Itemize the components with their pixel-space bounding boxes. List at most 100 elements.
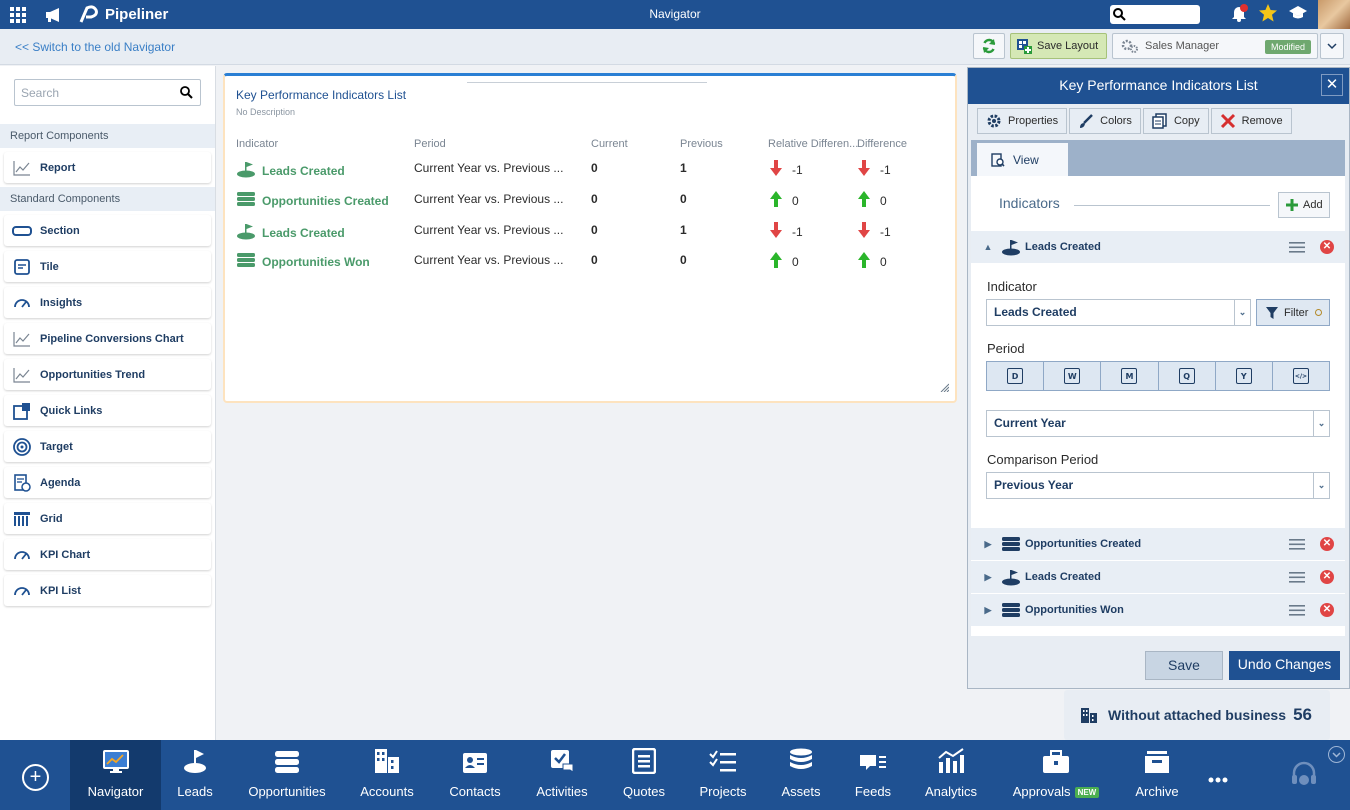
- nav-more[interactable]: [1200, 740, 1236, 810]
- profile-name: Sales Manager: [1145, 40, 1219, 52]
- difference-value: 0: [880, 255, 887, 269]
- nav-accounts[interactable]: Accounts: [356, 740, 418, 810]
- indicator-row-label: Opportunities Won: [1025, 604, 1124, 616]
- drag-handle[interactable]: [467, 82, 707, 83]
- indicator-row-collapsed[interactable]: ▶ Opportunities Created ✕: [971, 528, 1345, 560]
- table-row[interactable]: Opportunities Created Current Year vs. P…: [225, 191, 955, 221]
- drag-menu-icon[interactable]: [1289, 605, 1305, 619]
- tab-view[interactable]: View: [977, 143, 1068, 176]
- filter-button[interactable]: Filter: [1256, 299, 1330, 326]
- period-year-button[interactable]: Y: [1215, 362, 1273, 390]
- period-month-button[interactable]: M: [1101, 362, 1159, 390]
- nav-quotes[interactable]: Quotes: [620, 740, 668, 810]
- save-layout-button[interactable]: Save Layout: [1010, 33, 1107, 59]
- component-kpi-chart[interactable]: KPI Chart: [4, 539, 211, 570]
- academy-icon[interactable]: [1288, 4, 1308, 25]
- nav-label: Feeds: [854, 784, 892, 799]
- profile-dropdown-button[interactable]: [1320, 33, 1344, 59]
- component-search-input[interactable]: Search: [14, 79, 201, 106]
- delete-indicator-icon[interactable]: ✕: [1320, 537, 1334, 551]
- drag-menu-icon[interactable]: [1289, 242, 1305, 256]
- add-indicator-button[interactable]: Add: [1278, 192, 1330, 218]
- kpi-list-widget[interactable]: Key Performance Indicators List No Descr…: [223, 73, 957, 403]
- undo-changes-button[interactable]: Undo Changes: [1229, 651, 1340, 680]
- component-label: Opportunities Trend: [40, 368, 146, 381]
- component-label: Tile: [40, 260, 59, 273]
- indicator-row-collapsed[interactable]: ▶ Opportunities Won ✕: [971, 594, 1345, 626]
- nav-feeds[interactable]: Feeds: [852, 740, 894, 810]
- component-agenda[interactable]: Agenda: [4, 467, 211, 498]
- properties-button[interactable]: Properties: [977, 108, 1068, 134]
- gears-icon: [1121, 39, 1138, 53]
- component-kpi-list[interactable]: KPI List: [4, 575, 211, 606]
- period-week-button[interactable]: W: [1044, 362, 1102, 390]
- period-select[interactable]: Current Year ⌄: [986, 410, 1330, 437]
- close-icon[interactable]: ✕: [1321, 74, 1343, 96]
- indicator-select-value: Leads Created: [994, 305, 1077, 319]
- nav-opportunities[interactable]: Opportunities: [244, 740, 330, 810]
- previous-value: 0: [680, 253, 687, 267]
- component-quick-links[interactable]: Quick Links: [4, 395, 211, 426]
- refresh-button[interactable]: [973, 33, 1005, 59]
- drag-menu-icon[interactable]: [1289, 572, 1305, 586]
- bell-icon[interactable]: [1230, 4, 1248, 25]
- profile-selector[interactable]: Sales Manager Modified: [1112, 33, 1318, 59]
- table-row[interactable]: Opportunities Won Current Year vs. Previ…: [225, 252, 955, 282]
- global-search-input[interactable]: [1110, 5, 1200, 24]
- collapse-nav-icon[interactable]: [1328, 746, 1345, 763]
- component-pipeline-conversions-chart[interactable]: Pipeline Conversions Chart: [4, 323, 211, 354]
- comparison-period-value: Previous Year: [994, 478, 1074, 492]
- nav-archive[interactable]: Archive: [1132, 740, 1182, 810]
- collapse-arrow-icon[interactable]: ▲: [979, 242, 997, 252]
- indicator-select[interactable]: Leads Created ⌄: [986, 299, 1251, 326]
- support-headset[interactable]: [1284, 740, 1324, 810]
- save-layout-icon: [1017, 39, 1032, 54]
- megaphone-icon[interactable]: [36, 0, 72, 29]
- component-tile[interactable]: Tile: [4, 251, 211, 282]
- delete-indicator-icon[interactable]: ✕: [1320, 240, 1334, 254]
- drag-menu-icon[interactable]: [1289, 539, 1305, 553]
- colors-button[interactable]: Colors: [1069, 108, 1141, 134]
- nav-leads[interactable]: Leads: [172, 740, 218, 810]
- nav-approvals[interactable]: Approvals NEW: [1008, 740, 1104, 810]
- period-day-button[interactable]: D: [987, 362, 1045, 390]
- component-insights[interactable]: Insights: [4, 287, 211, 318]
- pipeliner-logo[interactable]: Pipeliner: [78, 4, 168, 25]
- component-section[interactable]: Section: [4, 215, 211, 246]
- nav-contacts[interactable]: Contacts: [446, 740, 504, 810]
- nav-assets[interactable]: Assets: [778, 740, 824, 810]
- nav-analytics[interactable]: Analytics: [922, 740, 980, 810]
- expand-arrow-icon[interactable]: ▶: [979, 605, 997, 616]
- accounts-tile[interactable]: Without attached business 56: [1064, 690, 1330, 740]
- save-button[interactable]: Save: [1145, 651, 1223, 680]
- period-quarter-button[interactable]: Q: [1158, 362, 1216, 390]
- comparison-period-select[interactable]: Previous Year ⌄: [986, 472, 1330, 499]
- component-grid[interactable]: Grid: [4, 503, 211, 534]
- component-opportunities-trend[interactable]: Opportunities Trend: [4, 359, 211, 390]
- expand-arrow-icon[interactable]: ▶: [979, 572, 997, 583]
- indicator-row-collapsed[interactable]: ▶ Leads Created ✕: [971, 561, 1345, 593]
- nav-navigator[interactable]: Navigator: [70, 740, 161, 810]
- header-period: Period: [414, 138, 446, 150]
- delete-indicator-icon[interactable]: ✕: [1320, 570, 1334, 584]
- expand-arrow-icon[interactable]: ▶: [979, 539, 997, 550]
- nav-activities[interactable]: Activities: [532, 740, 592, 810]
- nav-projects[interactable]: Projects: [696, 740, 750, 810]
- indicator-row-expanded[interactable]: ▲ Leads Created ✕: [971, 231, 1345, 263]
- component-target[interactable]: Target: [4, 431, 211, 462]
- component-report[interactable]: Report: [4, 152, 211, 183]
- component-label: KPI List: [40, 584, 81, 597]
- period-custom-button[interactable]: </>: [1272, 362, 1330, 390]
- table-row[interactable]: Leads Created Current Year vs. Previous …: [225, 222, 955, 252]
- user-avatar[interactable]: [1318, 0, 1350, 29]
- table-row[interactable]: Leads Created Current Year vs. Previous …: [225, 160, 955, 190]
- star-icon[interactable]: [1258, 3, 1278, 26]
- copy-button[interactable]: Copy: [1142, 108, 1209, 134]
- calendar-week-icon: W: [1064, 368, 1081, 384]
- add-new-icon[interactable]: +: [22, 764, 49, 791]
- delete-indicator-icon[interactable]: ✕: [1320, 603, 1334, 617]
- apps-grid-icon[interactable]: [0, 0, 36, 29]
- switch-old-navigator-link[interactable]: << Switch to the old Navigator: [15, 40, 175, 54]
- resize-handle-icon[interactable]: [939, 381, 950, 395]
- remove-button[interactable]: Remove: [1210, 108, 1292, 134]
